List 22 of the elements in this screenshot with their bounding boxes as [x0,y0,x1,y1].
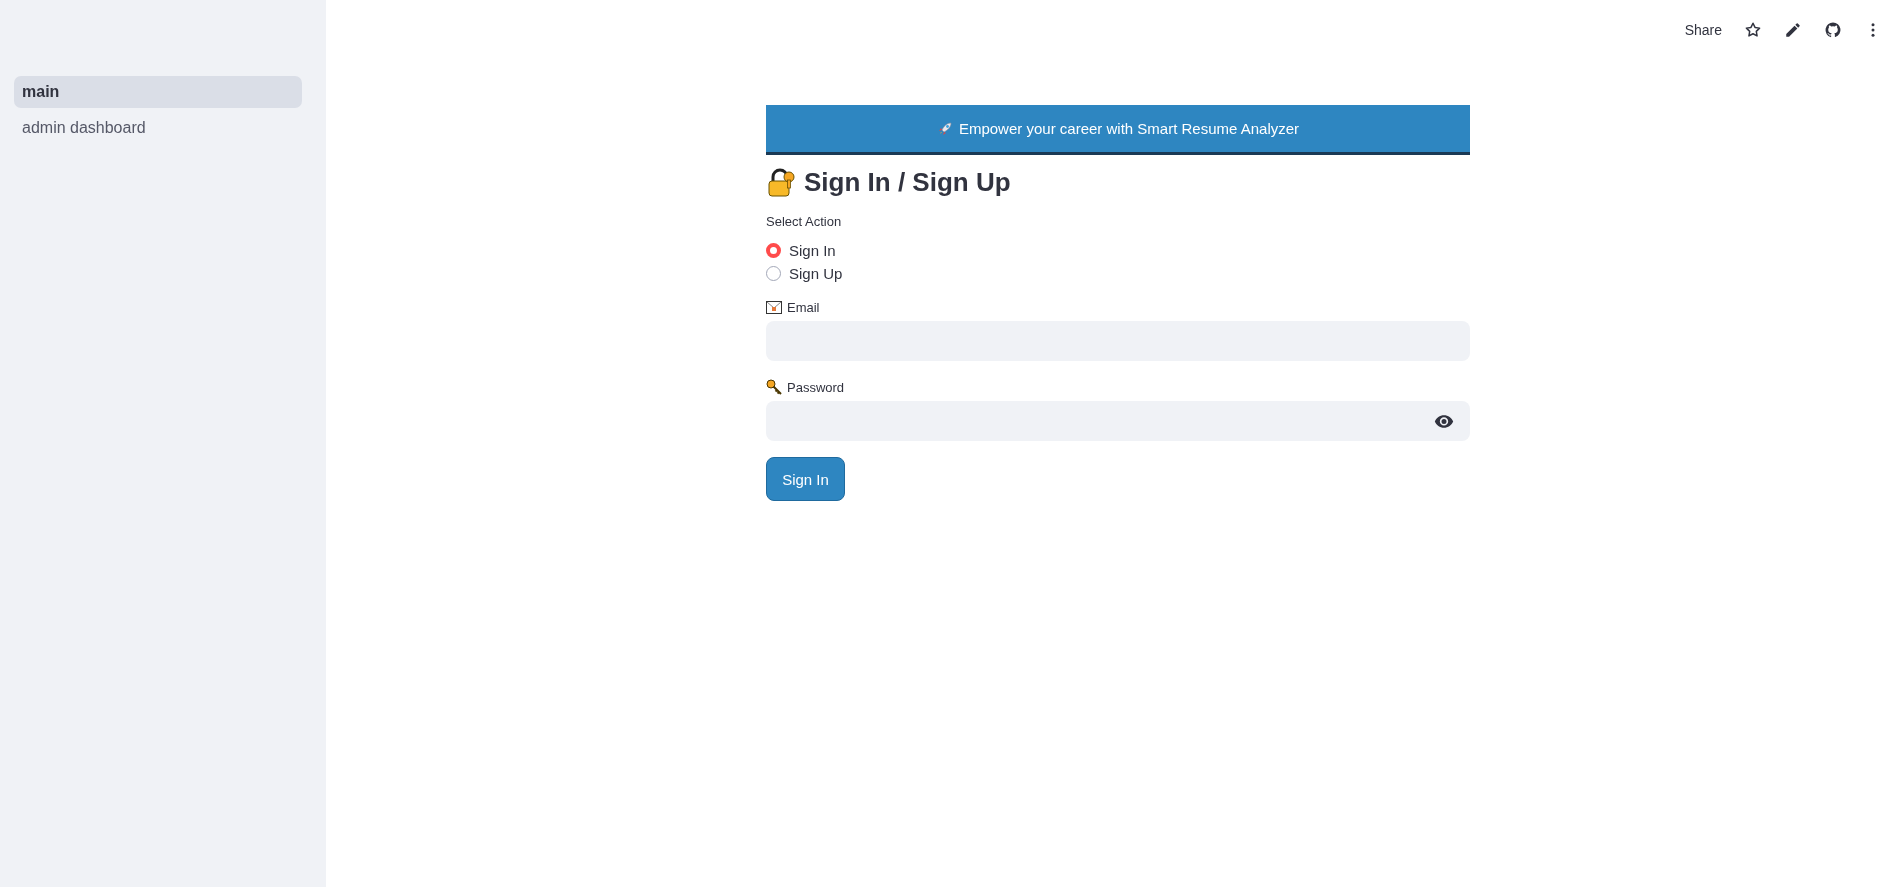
share-link[interactable]: Share [1684,22,1722,38]
field-label: Email [787,300,820,315]
banner-text: Empower your career with Smart Resume Analyzer [958,120,1300,137]
radio-option[interactable]: Sign Up [766,265,843,282]
star-icon[interactable] [1744,21,1762,39]
sidebar-item[interactable]: main [14,76,302,108]
github-icon[interactable] [1824,21,1842,39]
envelope-icon [766,301,782,314]
radio-option[interactable]: Sign In [766,242,836,259]
radio-group-label: Select Action [766,214,842,229]
password-field[interactable] [766,401,1470,441]
rocket-icon [936,120,953,137]
lock-with-key-icon [766,167,796,198]
page-heading: Sign In / Sign Up [804,167,1011,198]
radio-circle[interactable] [766,243,781,258]
field-label: Password [787,379,845,395]
pencil-icon[interactable] [1784,21,1802,39]
radio-circle[interactable] [766,266,781,281]
sidebar-item[interactable]: admin dashboard [14,112,302,144]
key-icon [766,379,782,395]
sign-in-button[interactable]: Sign In [766,457,845,501]
eye-icon[interactable] [1434,414,1454,428]
